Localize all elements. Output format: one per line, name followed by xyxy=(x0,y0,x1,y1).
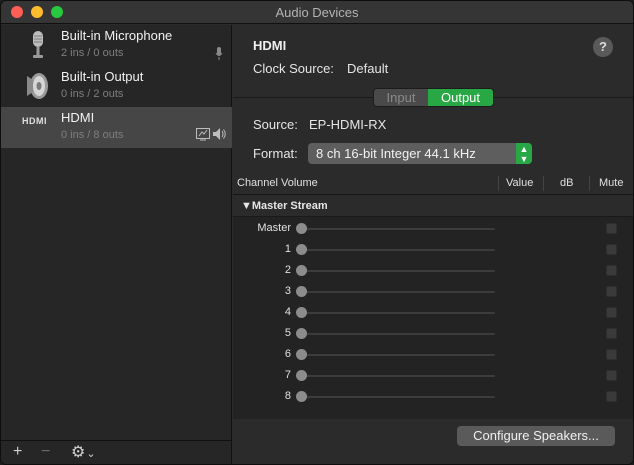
configure-speakers-button[interactable]: Configure Speakers... xyxy=(457,426,615,446)
microphone-icon xyxy=(33,31,43,58)
mute-checkbox[interactable] xyxy=(606,391,617,402)
volume-slider-track[interactable] xyxy=(301,375,495,377)
clock-source-label: Clock Source: xyxy=(253,61,334,76)
clock-source-value[interactable]: Default xyxy=(347,61,388,76)
mute-checkbox[interactable] xyxy=(606,244,617,255)
channel-label: 8 xyxy=(284,390,291,402)
channel-label: 6 xyxy=(284,348,291,360)
volume-slider-knob[interactable] xyxy=(296,349,307,360)
device-io-count: 0 ins / 2 outs xyxy=(61,88,124,100)
volume-slider-track[interactable] xyxy=(301,333,495,335)
channel-row: 4 xyxy=(233,302,633,323)
audio-devices-window: Audio Devices Built-in Microphone 2 ins … xyxy=(0,0,634,465)
device-title: HDMI xyxy=(253,38,287,53)
volume-slider-knob[interactable] xyxy=(296,370,307,381)
column-header-channel-volume[interactable]: Channel Volume xyxy=(237,177,318,189)
volume-slider-knob[interactable] xyxy=(296,286,307,297)
column-header-value[interactable]: Value xyxy=(506,177,533,189)
device-name: Built-in Output xyxy=(61,69,144,84)
channel-row: Master xyxy=(233,218,633,239)
display-icon xyxy=(196,128,210,141)
speaker-icon xyxy=(27,73,48,99)
channel-label: Master xyxy=(257,222,291,234)
hdmi-icon: HDMI xyxy=(22,116,47,126)
volume-slider-track[interactable] xyxy=(301,312,495,314)
column-divider xyxy=(498,176,499,191)
volume-slider-track[interactable] xyxy=(301,270,495,272)
volume-slider-track[interactable] xyxy=(301,228,495,230)
gear-icon: ⚙︎ xyxy=(71,444,86,461)
device-io-count: 0 ins / 8 outs xyxy=(61,129,124,141)
device-item-built-in-output[interactable]: Built-in Output 0 ins / 2 outs xyxy=(1,66,232,107)
input-output-segmented-control: Input Output xyxy=(373,88,494,107)
remove-device-button[interactable]: − xyxy=(41,443,50,461)
mute-checkbox[interactable] xyxy=(606,286,617,297)
channel-row: 7 xyxy=(233,365,633,386)
channel-volume-table: Channel Volume Value dB Mute ▼Master Str… xyxy=(233,173,633,419)
device-name: Built-in Microphone xyxy=(61,28,173,43)
chevron-updown-icon: ▲ ▼ xyxy=(516,143,532,164)
master-stream-row[interactable]: ▼Master Stream xyxy=(233,195,633,217)
format-label: Format: xyxy=(253,146,298,161)
column-divider xyxy=(543,176,544,191)
mute-checkbox[interactable] xyxy=(606,223,617,234)
device-detail-pane: HDMI ? Clock Source: Default Input Outpu… xyxy=(233,25,633,464)
format-select[interactable]: 8 ch 16-bit Integer 44.1 kHz ▲ ▼ xyxy=(308,143,532,164)
volume-slider-knob[interactable] xyxy=(296,265,307,276)
help-button[interactable]: ? xyxy=(593,37,613,57)
column-header-db[interactable]: dB xyxy=(560,177,573,189)
channel-row: 5 xyxy=(233,323,633,344)
channel-row: 2 xyxy=(233,260,633,281)
column-divider xyxy=(589,176,590,191)
source-label: Source: xyxy=(253,117,298,132)
volume-slider-knob[interactable] xyxy=(296,307,307,318)
mute-checkbox[interactable] xyxy=(606,265,617,276)
tab-output[interactable]: Output xyxy=(428,89,493,106)
chevron-down-icon: ⌄ xyxy=(86,448,96,460)
volume-slider-track[interactable] xyxy=(301,249,495,251)
channel-label: 1 xyxy=(284,243,291,255)
device-item-hdmi[interactable]: HDMI HDMI 0 ins / 8 outs xyxy=(1,107,232,148)
add-device-button[interactable]: + xyxy=(13,443,22,461)
master-stream-label: ▼Master Stream xyxy=(241,200,328,212)
device-list: Built-in Microphone 2 ins / 0 outs Built… xyxy=(1,25,232,440)
channel-row: 3 xyxy=(233,281,633,302)
volume-slider-knob[interactable] xyxy=(296,391,307,402)
channel-label: 4 xyxy=(284,306,291,318)
input-device-mic-icon xyxy=(215,47,223,60)
device-name: HDMI xyxy=(61,110,95,125)
volume-slider-knob[interactable] xyxy=(296,223,307,234)
mute-checkbox[interactable] xyxy=(606,328,617,339)
channel-label: 3 xyxy=(284,285,291,297)
channel-label: 5 xyxy=(284,327,291,339)
column-header-mute[interactable]: Mute xyxy=(599,177,623,189)
mute-checkbox[interactable] xyxy=(606,307,617,318)
mute-checkbox[interactable] xyxy=(606,349,617,360)
device-item-built-in-microphone[interactable]: Built-in Microphone 2 ins / 0 outs xyxy=(1,25,232,66)
sidebar-toolbar: + − ⚙︎⌄ xyxy=(1,440,232,464)
volume-slider-knob[interactable] xyxy=(296,328,307,339)
volume-slider-track[interactable] xyxy=(301,291,495,293)
mute-checkbox[interactable] xyxy=(606,370,617,381)
device-io-count: 2 ins / 0 outs xyxy=(61,47,124,59)
channel-row: 6 xyxy=(233,344,633,365)
channel-label: 7 xyxy=(284,369,291,381)
window-title: Audio Devices xyxy=(275,5,359,20)
channel-label: 2 xyxy=(284,264,291,276)
channel-row: 1 xyxy=(233,239,633,260)
title-bar: Audio Devices xyxy=(1,1,633,24)
output-speaker-icon xyxy=(213,128,226,140)
table-header: Channel Volume Value dB Mute xyxy=(233,173,633,195)
format-value: 8 ch 16-bit Integer 44.1 kHz xyxy=(316,146,476,161)
volume-slider-track[interactable] xyxy=(301,396,495,398)
volume-slider-knob[interactable] xyxy=(296,244,307,255)
gear-menu-button[interactable]: ⚙︎⌄ xyxy=(71,442,96,462)
tab-input[interactable]: Input xyxy=(374,89,428,106)
source-value: EP-HDMI-RX xyxy=(309,117,387,132)
volume-slider-track[interactable] xyxy=(301,354,495,356)
channel-row: 8 xyxy=(233,386,633,407)
